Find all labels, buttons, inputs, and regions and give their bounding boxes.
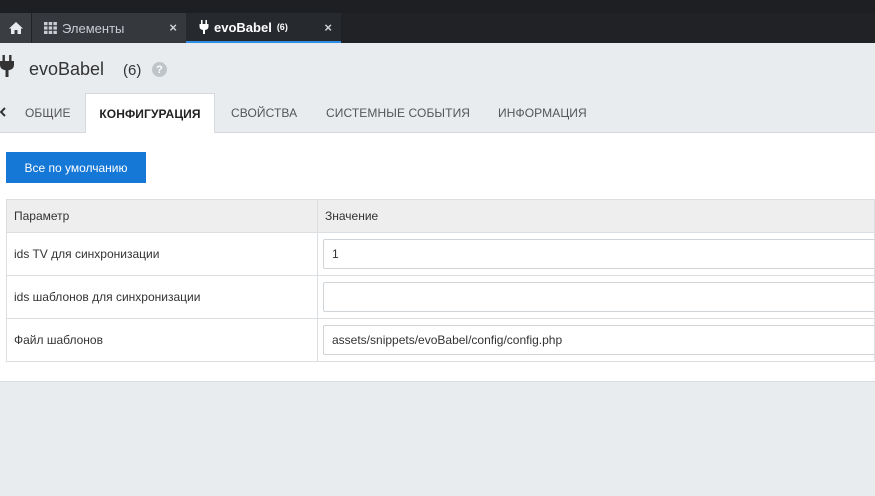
close-icon[interactable]: × xyxy=(324,20,332,35)
tab-information[interactable]: ИНФОРМАЦИЯ xyxy=(498,93,587,133)
tab-elements-label: Элементы xyxy=(62,20,125,36)
param-label: ids шаблонов для синхронизации xyxy=(6,275,318,319)
top-strip xyxy=(0,0,875,13)
param-label: Файл шаблонов xyxy=(6,318,318,362)
help-icon[interactable]: ? xyxy=(152,62,167,77)
reset-defaults-button[interactable]: Все по умолчанию xyxy=(6,152,146,183)
tab-properties[interactable]: СВОЙСТВА xyxy=(231,93,297,133)
tab-elements[interactable]: Элементы × xyxy=(32,13,186,43)
table-header-row: Параметр Значение xyxy=(6,199,875,233)
page-title: evoBabel xyxy=(29,59,105,79)
tab-general[interactable]: ОБЩИЕ xyxy=(25,93,71,133)
page-count: (6) xyxy=(123,62,142,79)
table-row: Файл шаблонов xyxy=(6,318,875,362)
table-row: ids шаблонов для синхронизации xyxy=(6,275,875,319)
tab-evobabel-count: (6) xyxy=(276,22,288,32)
tab-configuration[interactable]: КОНФИГУРАЦИЯ xyxy=(85,93,215,134)
grid-icon xyxy=(44,22,57,34)
plug-icon xyxy=(0,55,14,82)
chevron-left-icon[interactable] xyxy=(0,105,6,122)
config-table: Параметр Значение ids TV для синхронизац… xyxy=(6,199,875,362)
templates-file-input[interactable] xyxy=(323,325,874,355)
value-cell xyxy=(317,318,875,362)
configuration-panel: Все по умолчанию Параметр Значение ids T… xyxy=(0,133,875,382)
page-header: evoBabel (6) ? xyxy=(0,43,875,93)
param-label: ids TV для синхронизации xyxy=(6,232,318,276)
tab-system-events[interactable]: СИСТЕМНЫЕ СОБЫТИЯ xyxy=(326,93,470,133)
table-row: ids TV для синхронизации xyxy=(6,232,875,276)
value-cell xyxy=(317,232,875,276)
tab-evobabel-label: evoBabel xyxy=(214,19,272,35)
home-icon xyxy=(8,22,23,34)
tab-evobabel[interactable]: evoBabel (6) × xyxy=(186,13,341,43)
value-cell xyxy=(317,275,875,319)
column-header-parameter: Параметр xyxy=(6,199,318,233)
close-icon[interactable]: × xyxy=(169,20,177,35)
home-tab[interactable] xyxy=(0,13,31,43)
document-tab-bar: Элементы × evoBabel (6) × xyxy=(0,13,875,43)
settings-tabs: ОБЩИЕ КОНФИГУРАЦИЯ СВОЙСТВА СИСТЕМНЫЕ СО… xyxy=(0,93,875,134)
tv-ids-input[interactable] xyxy=(323,239,874,269)
template-ids-input[interactable] xyxy=(323,282,874,312)
column-header-value: Значение xyxy=(317,199,875,233)
plug-icon xyxy=(199,20,209,34)
